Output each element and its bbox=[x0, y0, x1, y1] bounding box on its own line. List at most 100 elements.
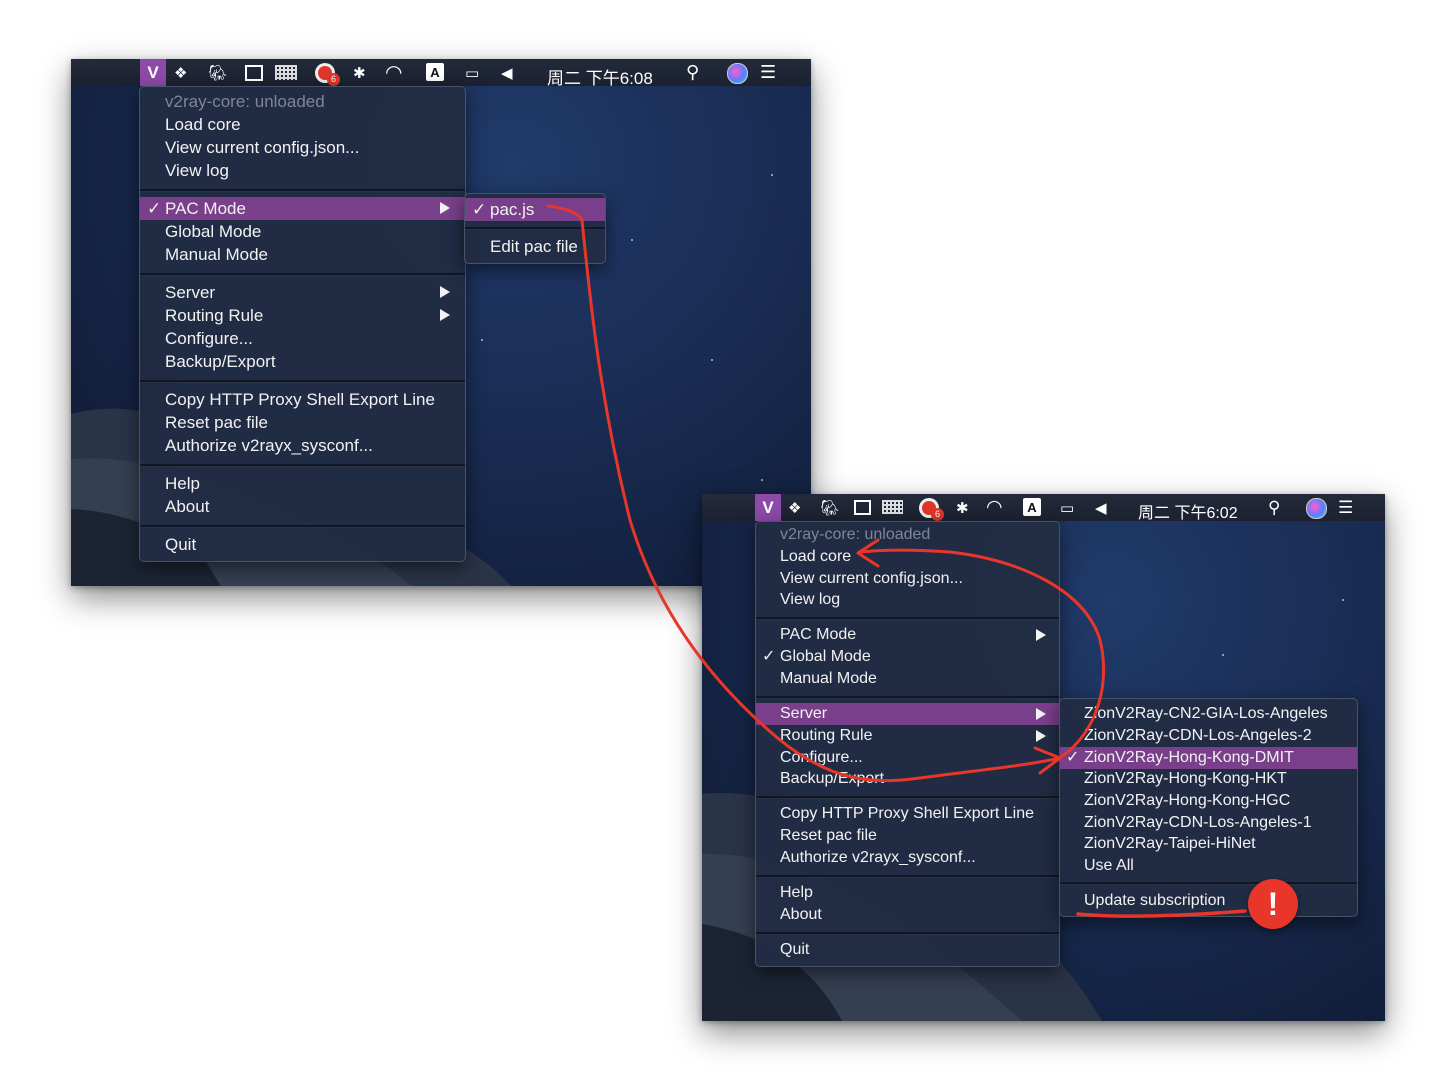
menu-item-configure[interactable]: Configure... bbox=[140, 327, 465, 350]
server-item[interactable]: ZionV2Ray-Hong-Kong-HGC bbox=[1060, 790, 1357, 812]
menu-separator bbox=[140, 189, 465, 192]
menu-item-configure[interactable]: Configure... bbox=[756, 747, 1059, 769]
menu-item-reset-pac[interactable]: Reset pac file bbox=[140, 411, 465, 434]
menu-item-reset-pac[interactable]: Reset pac file bbox=[756, 825, 1059, 847]
siri-icon[interactable] bbox=[1306, 498, 1327, 519]
menu-separator bbox=[756, 696, 1059, 699]
window-icon[interactable] bbox=[854, 500, 871, 515]
star bbox=[631, 239, 633, 241]
input-source-icon[interactable]: A bbox=[426, 63, 444, 81]
menu-item-server[interactable]: Server bbox=[140, 281, 465, 304]
menu-item-status: v2ray-core: unloaded bbox=[165, 92, 325, 111]
dropbox-icon[interactable]: ❖ bbox=[788, 498, 801, 517]
menu-item-server[interactable]: Server bbox=[756, 703, 1059, 725]
menu-item-pac-mode[interactable]: PAC Mode bbox=[756, 624, 1059, 646]
evernote-icon[interactable]: 🐘︎ bbox=[820, 498, 839, 517]
checkmark-icon: ✓ bbox=[147, 199, 162, 218]
spotlight-search-icon[interactable]: ⚲ bbox=[686, 62, 699, 82]
menu-item-copy-proxy[interactable]: Copy HTTP Proxy Shell Export Line bbox=[140, 388, 465, 411]
submenu-arrow-icon bbox=[1036, 730, 1046, 742]
menubar-clock[interactable]: 周二 下午6:08 bbox=[547, 64, 653, 89]
bluetooth-icon[interactable]: ✱ bbox=[353, 63, 366, 82]
submenu-arrow-icon bbox=[1036, 708, 1046, 720]
checkmark-icon: ✓ bbox=[472, 200, 487, 219]
menu-item-backup-export[interactable]: Backup/Export bbox=[140, 350, 465, 373]
notification-icon[interactable]: 6 bbox=[315, 62, 340, 86]
menu-item-help[interactable]: Help bbox=[756, 882, 1059, 904]
server-item[interactable]: ZionV2Ray-CN2-GIA-Los-Angeles bbox=[1060, 703, 1357, 725]
menu-item-global-mode[interactable]: Global Mode bbox=[140, 220, 465, 243]
menu-bar: V ❖ 🐘︎ 6 ✱ ◠ A ▭ ◀ 周二 下午6:02 ⚲ ☰ bbox=[702, 494, 1385, 523]
menu-separator bbox=[465, 227, 605, 230]
volume-icon[interactable]: ◀ bbox=[1095, 498, 1107, 517]
menu-separator bbox=[140, 380, 465, 383]
menu-item-about[interactable]: About bbox=[140, 495, 465, 518]
submenu-arrow-icon bbox=[440, 309, 450, 321]
wifi-icon[interactable]: ◠ bbox=[385, 62, 402, 84]
notification-center-icon[interactable]: ☰ bbox=[1338, 498, 1353, 517]
menu-separator bbox=[756, 932, 1059, 935]
submenu-arrow-icon bbox=[1036, 629, 1046, 641]
airplay-icon[interactable]: ▭ bbox=[465, 63, 479, 82]
menu-item-view-log[interactable]: View log bbox=[756, 589, 1059, 611]
submenu-arrow-icon bbox=[440, 202, 450, 214]
menu-item-authorize[interactable]: Authorize v2rayx_sysconf... bbox=[140, 434, 465, 457]
dropbox-icon[interactable]: ❖ bbox=[174, 63, 187, 82]
airplay-icon[interactable]: ▭ bbox=[1060, 498, 1074, 517]
menu-separator bbox=[756, 796, 1059, 799]
screenshot-server-menu: V ❖ 🐘︎ 6 ✱ ◠ A ▭ ◀ 周二 下午6:02 ⚲ ☰ v2ray-c… bbox=[702, 494, 1385, 1021]
menu-item-routing-rule[interactable]: Routing Rule bbox=[756, 725, 1059, 747]
server-item[interactable]: ZionV2Ray-CDN-Los-Angeles-1 bbox=[1060, 812, 1357, 834]
grid-icon[interactable] bbox=[882, 500, 903, 514]
menu-separator bbox=[140, 525, 465, 528]
menu-item-authorize[interactable]: Authorize v2rayx_sysconf... bbox=[756, 847, 1059, 869]
window-icon[interactable] bbox=[245, 65, 263, 81]
spotlight-search-icon[interactable]: ⚲ bbox=[1268, 498, 1280, 517]
menu-separator bbox=[140, 464, 465, 467]
menu-item-view-config[interactable]: View current config.json... bbox=[756, 568, 1059, 590]
wifi-icon[interactable]: ◠ bbox=[986, 497, 1003, 518]
menu-item-routing-rule[interactable]: Routing Rule bbox=[140, 304, 465, 327]
menu-item-manual-mode[interactable]: Manual Mode bbox=[140, 243, 465, 266]
submenu-arrow-icon bbox=[440, 286, 450, 298]
star bbox=[1342, 599, 1344, 601]
submenu-item-pac-js[interactable]: ✓ pac.js bbox=[465, 198, 605, 221]
siri-icon[interactable] bbox=[727, 63, 748, 84]
menubar-clock[interactable]: 周二 下午6:02 bbox=[1138, 499, 1238, 523]
menu-item-backup-export[interactable]: Backup/Export bbox=[756, 768, 1059, 790]
server-item-selected[interactable]: ✓ ZionV2Ray-Hong-Kong-DMIT bbox=[1060, 747, 1357, 769]
menu-separator bbox=[1060, 882, 1357, 885]
menu-item-help[interactable]: Help bbox=[140, 472, 465, 495]
input-source-icon[interactable]: A bbox=[1023, 498, 1041, 516]
menu-item-pac-mode[interactable]: ✓ PAC Mode bbox=[140, 197, 465, 220]
server-item[interactable]: ZionV2Ray-Hong-Kong-HKT bbox=[1060, 768, 1357, 790]
notification-badge: 6 bbox=[931, 507, 944, 521]
volume-icon[interactable]: ◀ bbox=[501, 63, 513, 82]
checkmark-icon: ✓ bbox=[762, 648, 776, 665]
menu-item-load-core[interactable]: Load core bbox=[756, 546, 1059, 568]
star bbox=[711, 359, 713, 361]
v2rayx-icon[interactable]: V bbox=[755, 494, 781, 521]
submenu-item-edit-pac[interactable]: Edit pac file bbox=[465, 235, 605, 258]
evernote-icon[interactable]: 🐘︎ bbox=[208, 63, 227, 82]
menu-item-copy-proxy[interactable]: Copy HTTP Proxy Shell Export Line bbox=[756, 803, 1059, 825]
menu-item-use-all[interactable]: Use All bbox=[1060, 855, 1357, 877]
menu-item-quit[interactable]: Quit bbox=[140, 533, 465, 556]
server-item[interactable]: ZionV2Ray-Taipei-HiNet bbox=[1060, 833, 1357, 855]
bluetooth-icon[interactable]: ✱ bbox=[956, 498, 969, 517]
menu-item-view-config[interactable]: View current config.json... bbox=[140, 136, 465, 159]
notification-icon[interactable]: 6 bbox=[919, 497, 944, 521]
menu-item-manual-mode[interactable]: Manual Mode bbox=[756, 668, 1059, 690]
server-item[interactable]: ZionV2Ray-CDN-Los-Angeles-2 bbox=[1060, 725, 1357, 747]
menu-item-quit[interactable]: Quit bbox=[756, 939, 1059, 961]
v2rayx-icon[interactable]: V bbox=[140, 59, 166, 86]
menu-item-load-core[interactable]: Load core bbox=[140, 113, 465, 136]
server-submenu: ZionV2Ray-CN2-GIA-Los-Angeles ZionV2Ray-… bbox=[1059, 698, 1358, 917]
menu-item-about[interactable]: About bbox=[756, 904, 1059, 926]
menu-item-view-log[interactable]: View log bbox=[140, 159, 465, 182]
menu-item-global-mode[interactable]: ✓ Global Mode bbox=[756, 646, 1059, 668]
notification-center-icon[interactable]: ☰ bbox=[760, 62, 776, 82]
menu-item-update-subscription[interactable]: Update subscription bbox=[1060, 890, 1357, 912]
grid-icon[interactable] bbox=[275, 65, 297, 80]
menu-item-status: v2ray-core: unloaded bbox=[780, 526, 931, 543]
